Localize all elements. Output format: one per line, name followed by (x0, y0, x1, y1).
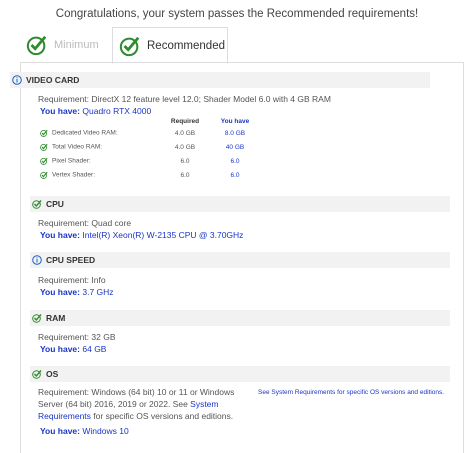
system-requirements-note-link[interactable]: See System Requirements for specific OS … (258, 389, 458, 396)
check-circle-icon (40, 129, 48, 137)
tab-minimum[interactable]: Minimum (20, 27, 114, 62)
section-title: CPU (46, 199, 64, 209)
requirements-tabs: Minimum Recommended (20, 27, 462, 64)
have-label: You have: (40, 106, 80, 116)
video-requirement: Requirement: DirectX 12 feature level 12… (38, 94, 331, 104)
have-value: Quadro RTX 4000 (82, 106, 152, 116)
tab-recommended[interactable]: Recommended (112, 27, 228, 64)
section-header-os: OS (30, 366, 450, 382)
col-have: You have (220, 117, 250, 125)
row-required: 4.0 GB (174, 129, 196, 137)
check-circle-icon (40, 171, 48, 179)
row-label: Vertex Shader: (52, 171, 95, 179)
check-circle-icon (40, 143, 48, 151)
table-row: Pixel Shader: 6.0 6.0 (40, 154, 255, 168)
os-requirement: Requirement: Windows (64 bit) 10 or 11 o… (38, 386, 243, 422)
ram-requirement: Requirement: 32 GB (38, 332, 116, 342)
section-header-ram: RAM (30, 310, 450, 326)
result-banner: Congratulations, your system passes the … (55, 8, 419, 20)
ram-have: You have: 64 GB (40, 344, 106, 354)
cpu-requirement: Requirement: Quad core (38, 218, 132, 228)
row-label: Dedicated Video RAM: (52, 129, 118, 137)
have-value: 3.7 GHz (82, 287, 114, 297)
have-label: You have: (40, 426, 80, 436)
row-have: 6.0 (230, 171, 240, 179)
row-have: 40 GB (225, 143, 245, 151)
check-circle-icon (119, 36, 140, 56)
table-row: Total Video RAM: 4.0 GB 40 GB (40, 140, 255, 154)
tab-recommended-label: Recommended (147, 39, 225, 52)
have-value: Windows 10 (82, 426, 129, 436)
section-title: VIDEO CARD (26, 75, 80, 85)
col-required: Required (170, 117, 200, 125)
section-title: CPU SPEED (46, 255, 96, 265)
check-circle-icon (32, 314, 42, 323)
os-have: You have: Windows 10 (40, 426, 129, 436)
table-row: Dedicated Video RAM: 4.0 GB 8.0 GB (40, 126, 255, 140)
info-icon (12, 75, 22, 85)
info-icon (32, 255, 42, 265)
section-title: RAM (46, 313, 66, 323)
section-header-cpu: CPU (30, 196, 450, 212)
video-have: You have: Quadro RTX 4000 (40, 106, 151, 116)
have-label: You have: (40, 287, 80, 297)
tab-minimum-label: Minimum (54, 38, 99, 51)
check-circle-icon (32, 370, 42, 379)
section-header-video-card: VIDEO CARD (10, 72, 430, 88)
section-title: OS (46, 369, 59, 379)
check-circle-icon (40, 157, 48, 165)
row-required: 6.0 (180, 171, 190, 179)
have-label: You have: (40, 230, 80, 240)
row-required: 4.0 GB (174, 143, 196, 151)
table-row: Vertex Shader: 6.0 6.0 (40, 168, 255, 182)
video-detail-table: Required You have Dedicated Video RAM: 4… (40, 116, 255, 182)
section-header-cpu-speed: CPU SPEED (30, 252, 450, 268)
row-label: Pixel Shader: (52, 157, 91, 165)
check-circle-icon (32, 200, 42, 209)
row-label: Total Video RAM: (52, 143, 103, 151)
cpu-speed-requirement: Requirement: Info (38, 275, 106, 285)
cpu-have: You have: Intel(R) Xeon(R) W-2135 CPU @ … (40, 230, 243, 240)
row-have: 8.0 GB (224, 129, 246, 137)
row-have: 6.0 (230, 157, 240, 165)
row-required: 6.0 (180, 157, 190, 165)
have-value: Intel(R) Xeon(R) W-2135 CPU @ 3.70GHz (82, 230, 244, 240)
os-requirement-text-end: for specific OS versions and editions. (90, 411, 234, 421)
have-value: 64 GB (82, 344, 107, 354)
have-label: You have: (40, 344, 80, 354)
cpu-speed-have: You have: 3.7 GHz (40, 287, 114, 297)
check-circle-icon (26, 35, 47, 55)
